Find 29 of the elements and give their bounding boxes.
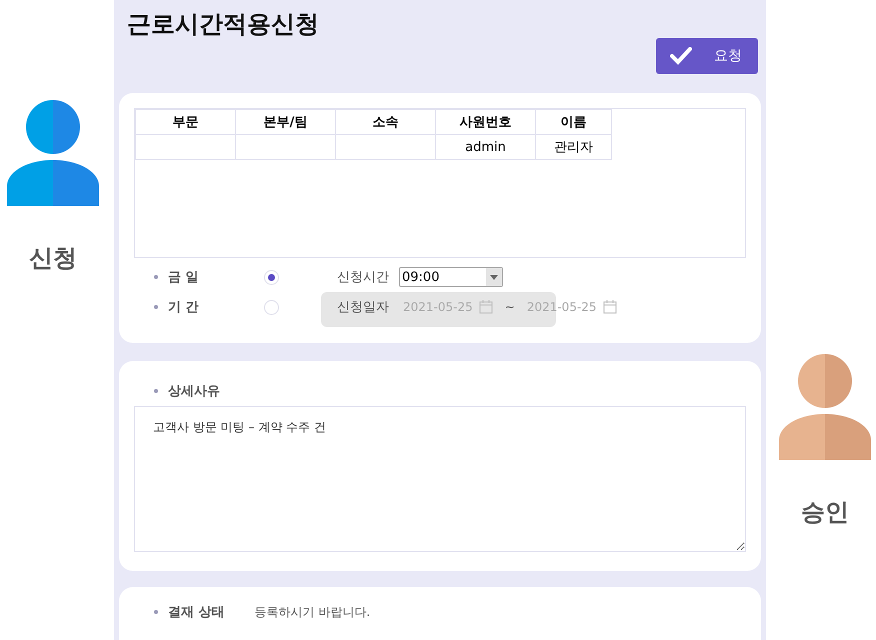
option-label: 기 간 xyxy=(168,299,199,316)
section-label: 상세사유 xyxy=(168,383,220,400)
range-separator: ~ xyxy=(504,300,515,314)
radio-button[interactable] xyxy=(264,270,279,284)
column-header: 이름 xyxy=(536,110,612,134)
calendar-icon xyxy=(478,300,493,314)
person-icon xyxy=(779,354,871,460)
field-label: 신청일자 xyxy=(337,299,390,316)
column-header: 소속 xyxy=(336,110,436,134)
column-header: 사원번호 xyxy=(436,110,536,134)
time-dropdown[interactable]: 09:00 xyxy=(399,267,503,287)
page-title: 근로시간적용신청 xyxy=(127,9,320,40)
person-icon xyxy=(7,100,99,206)
column-header: 본부/팀 xyxy=(236,110,336,134)
approver-label: 승인 xyxy=(801,497,849,528)
section-label: 결재 상태 xyxy=(168,604,225,621)
caret-icon xyxy=(490,274,498,280)
table-cell: 관리자 xyxy=(536,134,612,160)
option-label: 금 일 xyxy=(168,269,199,286)
status-text: 등록하시기 바랍니다. xyxy=(254,604,370,620)
checkmark-icon xyxy=(670,47,692,65)
request-button[interactable]: 요청 xyxy=(656,38,758,74)
calendar-icon xyxy=(602,300,617,314)
applicant-label: 신청 xyxy=(29,243,77,274)
column-header: 부문 xyxy=(136,110,236,134)
radio-button[interactable] xyxy=(264,300,279,314)
field-label: 신청시간 xyxy=(337,269,390,286)
table-cell: admin xyxy=(436,134,536,160)
detail-textarea[interactable]: 고객사 방문 미팅 – 계약 수주 건 xyxy=(134,406,746,552)
